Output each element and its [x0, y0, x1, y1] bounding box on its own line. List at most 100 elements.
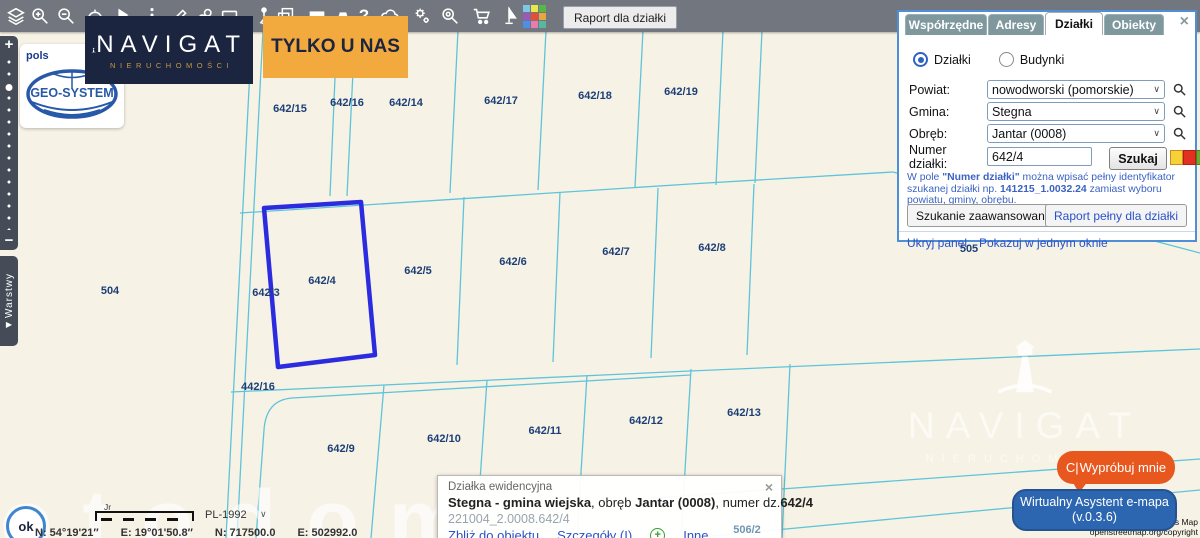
search-panel: Współrzędne Adresy Działki Obiekty × Dzi…	[897, 10, 1197, 242]
raport-pelny-button[interactable]: Raport pełny dla działki	[1045, 204, 1187, 227]
radio-budynki-label: Budynki	[1020, 53, 1064, 67]
layers-icon[interactable]	[4, 4, 28, 28]
parcel-label-642/18[interactable]: 642/18	[578, 90, 612, 102]
parcel-label-642/8[interactable]: 642/8	[698, 242, 726, 254]
tab-obiekty[interactable]: Obiekty	[1104, 14, 1164, 35]
parcel-id-help-text: W pole "Numer działki" można wpisać pełn…	[907, 172, 1193, 207]
bubble-label: Wypróbuj mnie	[1080, 460, 1167, 475]
add-plus-icon[interactable]: +	[650, 528, 665, 538]
parcel-label-642/6[interactable]: 642/6	[499, 256, 527, 268]
parcel-label-642/10[interactable]: 642/10	[427, 433, 461, 445]
szukaj-button[interactable]: Szukaj	[1109, 147, 1167, 170]
tab-dzialki[interactable]: Działki	[1045, 12, 1103, 35]
chevron-down-icon: ∨	[1153, 106, 1160, 117]
parcel-label-642/19[interactable]: 642/19	[664, 86, 698, 98]
scale-bar	[95, 511, 194, 521]
search-plus-icon[interactable]	[438, 4, 462, 28]
zblizh-do-obiektu-link[interactable]: Zbliż do obiektu	[448, 528, 539, 538]
panel-close-icon[interactable]: ×	[1180, 15, 1189, 29]
panel-divider	[899, 231, 1195, 232]
layers-tab-arrow-icon: ▶	[6, 320, 12, 329]
parcel-label-642/7[interactable]: 642/7	[602, 246, 630, 258]
parcel-label-642/15[interactable]: 642/15	[273, 103, 307, 115]
layers-panel-tab[interactable]: Warstwy ▶	[0, 256, 18, 346]
assistant-button-line2: (v.0.3.6)	[1072, 510, 1117, 525]
color-square-red[interactable]	[1183, 150, 1196, 165]
parcel-label-442/16[interactable]: 442/16	[241, 381, 275, 393]
assistant-button-line1: Wirtualny Asystent e-mapa	[1020, 495, 1169, 510]
obreb-select[interactable]: Jantar (0008)∨	[987, 124, 1165, 143]
parcel-label-642/9[interactable]: 642/9	[327, 443, 355, 455]
popup-title: Działka ewidencyjna	[448, 481, 552, 493]
zoom-track[interactable]	[0, 56, 18, 230]
zoom-current-level[interactable]	[6, 84, 13, 91]
parcel-info-popup: Działka ewidencyjna × Stegna - gmina wie…	[437, 475, 782, 538]
powiat-select[interactable]: nowodworski (pomorskie)∨	[987, 80, 1165, 99]
zoom-in-icon[interactable]	[28, 4, 52, 28]
navigat-banner-title: NAVIGAT	[96, 31, 247, 59]
color-square-green[interactable]	[1196, 150, 1200, 165]
palette-icon[interactable]	[522, 4, 546, 28]
tab-adresy[interactable]: Adresy	[988, 14, 1044, 35]
szczegoly-link[interactable]: Szczegóły (I)	[557, 528, 632, 538]
ukryj-panel-link[interactable]: Ukryj panel	[907, 236, 967, 250]
layers-tab-label: Warstwy	[4, 273, 15, 318]
gmina-select[interactable]: Stegna∨	[987, 102, 1165, 121]
parcel-label-642/5[interactable]: 642/5	[404, 265, 432, 277]
wyprobuj-mnie-bubble[interactable]: C|Wypróbuj mnie	[1057, 451, 1175, 484]
zoom-out-icon[interactable]	[54, 4, 78, 28]
zoom-in-plus[interactable]: +	[5, 36, 14, 54]
parcel-label-506/2[interactable]: 506/2	[733, 524, 761, 536]
parcel-label-504[interactable]: 504	[101, 285, 119, 297]
popup-close-icon[interactable]: ×	[765, 479, 773, 495]
parcel-label-642/13[interactable]: 642/13	[727, 407, 761, 419]
radio-budynki[interactable]	[999, 52, 1014, 67]
popup-parcel-id: 221004_2.0008.642/4	[448, 512, 570, 526]
color-square-yellow[interactable]	[1170, 150, 1183, 165]
chevron-down-icon: ∨	[1153, 128, 1160, 139]
parcel-label-642/12[interactable]: 642/12	[629, 415, 663, 427]
zoom-slider[interactable]: + −	[0, 36, 18, 250]
lighthouse-watermark-icon	[986, 336, 1064, 398]
parcel-label-642/16[interactable]: 642/16	[330, 97, 364, 109]
gmina-label: Gmina:	[909, 105, 987, 119]
inne-link[interactable]: Inne	[683, 528, 708, 538]
parcel-label-642/3[interactable]: 642/3	[252, 287, 280, 299]
typing-cursor-icon: C|	[1066, 460, 1079, 475]
popup-parcel-description: Stegna - gmina wiejska, obręb Jantar (00…	[448, 495, 813, 510]
pokazuj-w-jednym-oknie-link[interactable]: Pokazuj w jednym oknie	[979, 236, 1108, 250]
parcel-label-642/17[interactable]: 642/17	[484, 95, 518, 107]
e-mapa-app: 642/15 642/16 642/14 642/17 642/18 642/19 504 6…	[0, 0, 1200, 538]
polska-emapa-label: pols	[26, 50, 49, 62]
gmina-search-icon[interactable]	[1172, 104, 1187, 119]
navigat-watermark: NAVIGAT NIERUCHOMOŚCI	[860, 336, 1190, 465]
radio-dzialki[interactable]	[913, 52, 928, 67]
cursor-coordinates: N: 54°19'21″E: 19°01'50.8″N: 717500.0E: …	[35, 527, 379, 538]
chevron-down-icon: ∨	[1153, 84, 1160, 95]
numer-dzialki-input[interactable]: 642/4	[987, 147, 1092, 166]
chevron-down-icon: ∨	[260, 509, 267, 520]
navigat-ad-banner[interactable]: NAVIGAT NIERUCHOMOŚCI	[85, 16, 253, 84]
powiat-label: Powiat:	[909, 83, 987, 97]
numer-dzialki-label: Numer działki:	[909, 143, 987, 171]
obreb-label: Obręb:	[909, 127, 987, 141]
powiat-search-icon[interactable]	[1172, 82, 1187, 97]
sail-icon[interactable]	[498, 4, 522, 28]
tylko-u-nas-banner[interactable]: TYLKO U NAS	[263, 16, 408, 78]
gears-icon[interactable]	[410, 4, 434, 28]
parcel-label-642/14[interactable]: 642/14	[389, 97, 423, 109]
szukanie-zaawansowane-button[interactable]: Szukanie zaawansowane	[907, 204, 1060, 227]
parcel-label-642/11[interactable]: 642/11	[528, 425, 561, 437]
obreb-search-icon[interactable]	[1172, 126, 1187, 141]
zoom-out-minus[interactable]: −	[5, 232, 14, 250]
raport-dla-dzialki-button[interactable]: Raport dla działki	[563, 6, 677, 29]
parcel-label-642/4[interactable]: 642/4	[308, 275, 336, 287]
tab-wspolrzedne[interactable]: Współrzędne	[905, 14, 987, 35]
navigat-watermark-title: NAVIGAT	[860, 405, 1190, 447]
wirtualny-asystent-button[interactable]: Wirtualny Asystent e-mapa (v.0.3.6)	[1012, 489, 1177, 531]
navigat-banner-subtitle: NIERUCHOMOŚCI	[96, 61, 247, 70]
cart-icon[interactable]	[470, 4, 494, 28]
crs-selector[interactable]: PL-1992	[205, 509, 247, 521]
svg-text:GEO-SYSTEM: GEO-SYSTEM	[30, 86, 113, 100]
radio-dzialki-label: Działki	[934, 53, 971, 67]
